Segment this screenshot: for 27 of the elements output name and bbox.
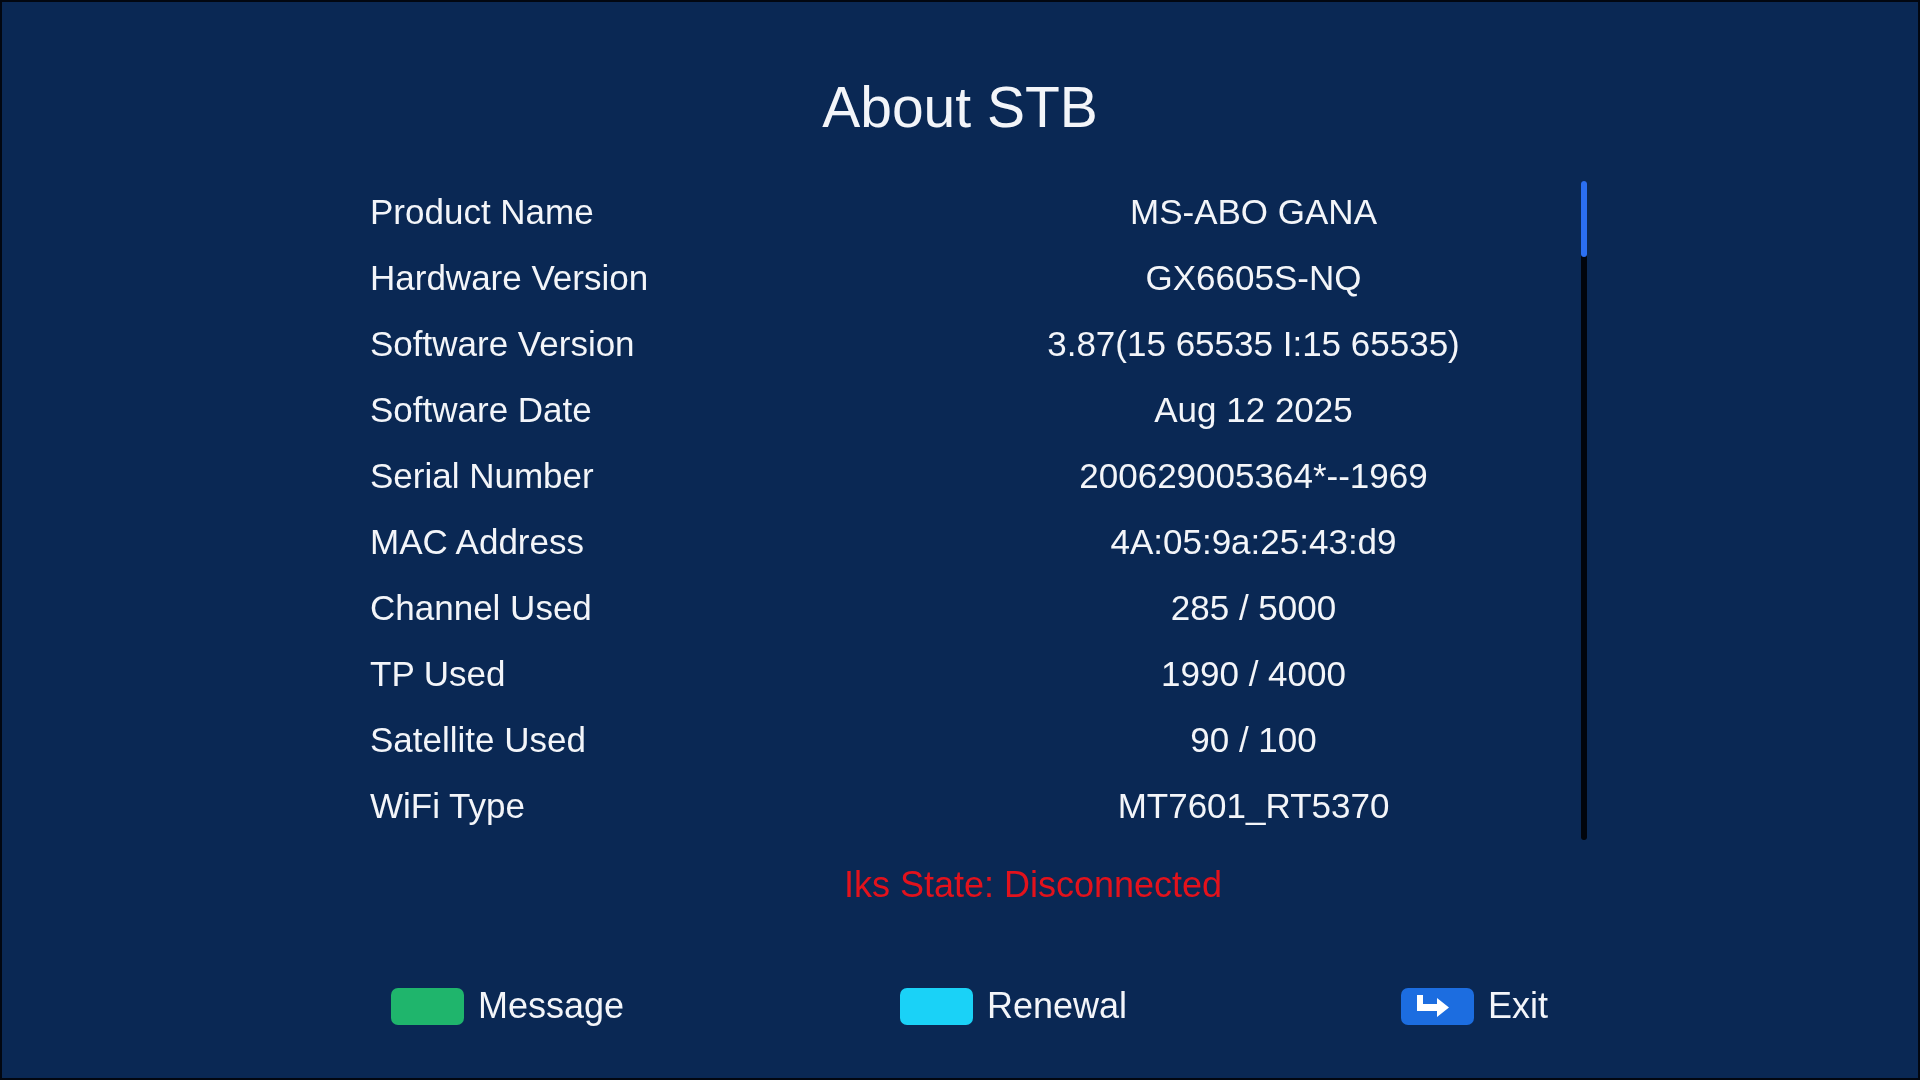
info-value: MS-ABO GANA <box>1130 191 1377 233</box>
info-label: Software Date <box>370 389 592 431</box>
info-label: Channel Used <box>370 587 592 629</box>
info-label: Serial Number <box>370 455 594 497</box>
status-message: Iks State: Disconnected <box>843 863 1223 907</box>
key-hint-label: Exit <box>1488 984 1548 1028</box>
info-value: 1990 / 4000 <box>1161 653 1346 695</box>
info-value: MT7601_RT5370 <box>1117 785 1390 827</box>
info-label: WiFi Type <box>370 785 525 827</box>
info-label: Product Name <box>370 191 594 233</box>
screen-title: About STB <box>822 74 1098 140</box>
info-value: 200629005364*--1969 <box>1079 455 1428 497</box>
info-label: Hardware Version <box>370 257 649 299</box>
info-label: Satellite Used <box>370 719 586 761</box>
info-label: TP Used <box>370 653 506 695</box>
info-label: Software Version <box>370 323 635 365</box>
info-value: 285 / 5000 <box>1170 587 1337 629</box>
info-value: 3.87(15 65535 I:15 65535) <box>1047 323 1460 365</box>
info-value: 90 / 100 <box>1190 719 1317 761</box>
info-value: GX6605S-NQ <box>1145 257 1362 299</box>
key-hint-label: Message <box>478 984 625 1028</box>
scrollbar-thumb[interactable] <box>1581 181 1587 257</box>
info-value: 4A:05:9a:25:43:d9 <box>1110 521 1397 563</box>
info-value: Aug 12 2025 <box>1154 389 1353 431</box>
key-hint-label: Renewal <box>987 984 1128 1028</box>
scrollbar[interactable] <box>1581 181 1587 840</box>
info-label: MAC Address <box>370 521 584 563</box>
